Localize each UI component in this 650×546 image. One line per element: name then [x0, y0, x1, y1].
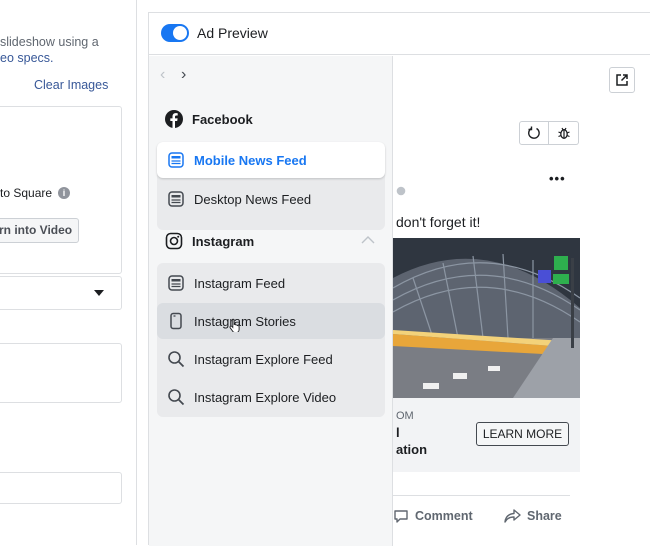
open-external-button[interactable]: [609, 67, 635, 93]
placement-mobile-news-feed[interactable]: Mobile News Feed: [157, 142, 385, 178]
instagram-icon: [165, 232, 183, 250]
learn-more-button[interactable]: LEARN MORE: [476, 422, 569, 446]
preview-tools: [519, 121, 579, 145]
placement-instagram-feed[interactable]: Instagram Feed: [157, 265, 385, 301]
crop-to-square-option[interactable]: to Square i: [0, 186, 71, 200]
text-input-box[interactable]: [0, 472, 122, 504]
share-button[interactable]: Share: [504, 508, 562, 524]
ad-image-train-station: [393, 238, 580, 398]
caret-down-icon: [94, 290, 104, 296]
ad-preview-toggle[interactable]: [161, 24, 189, 42]
toggle-knob: [173, 26, 187, 40]
placement-instagram-stories[interactable]: Instagram Stories: [157, 303, 385, 339]
ad-domain: OM: [396, 410, 414, 422]
ad-primary-text: don't forget it!: [396, 214, 481, 230]
more-options-icon[interactable]: •••: [549, 171, 566, 186]
comment-icon: [394, 510, 408, 523]
mobile-icon: [168, 152, 184, 168]
search-icon: [168, 351, 185, 368]
ad-headline-line-2: ation: [396, 442, 428, 457]
image-options-box: to Square i rn into Video: [0, 106, 122, 274]
ad-preview-title: Ad Preview: [197, 25, 268, 41]
share-label: Share: [527, 509, 562, 523]
placement-label: Instagram Explore Feed: [194, 351, 333, 367]
placement-label: Instagram Feed: [194, 275, 286, 291]
dropdown-select[interactable]: [0, 276, 122, 310]
report-bug-button[interactable]: [549, 121, 579, 145]
facebook-heading-label: Facebook: [192, 111, 253, 127]
description-line-1: slideshow using a: [0, 35, 99, 49]
instagram-heading[interactable]: Instagram: [165, 229, 377, 253]
ad-headline-line-1: l: [396, 425, 400, 440]
share-icon: [504, 509, 521, 523]
globe-icon: [396, 186, 406, 196]
external-link-icon: [616, 74, 628, 86]
clear-images-link[interactable]: Clear Images: [34, 78, 108, 92]
divider: [393, 495, 570, 496]
placement-label: Instagram Explore Video: [194, 389, 337, 405]
placement-instagram-explore-feed[interactable]: Instagram Explore Feed: [157, 341, 385, 377]
placement-instagram-explore-video[interactable]: Instagram Explore Video: [157, 379, 385, 415]
crop-to-square-label: to Square: [0, 186, 53, 200]
placement-label: Desktop News Feed: [194, 191, 312, 207]
previous-arrow-icon[interactable]: ‹: [160, 66, 165, 84]
hand-cursor-icon: [229, 318, 240, 332]
bug-icon: [557, 127, 570, 139]
comment-label: Comment: [415, 509, 473, 523]
comment-button[interactable]: Comment: [393, 508, 473, 524]
turn-into-video-button[interactable]: rn into Video: [0, 218, 79, 243]
refresh-icon: [528, 126, 540, 139]
facebook-icon: [165, 110, 183, 128]
placement-desktop-news-feed[interactable]: Desktop News Feed: [157, 181, 385, 217]
instagram-heading-label: Instagram: [192, 233, 255, 249]
facebook-heading: Facebook: [165, 107, 253, 131]
chevron-up-icon[interactable]: [361, 236, 375, 244]
placement-menu: ‹ › Facebook Mobile News Feed Desktop Ne…: [149, 56, 393, 546]
desktop-icon: [168, 191, 184, 207]
feed-icon: [168, 275, 184, 291]
search-icon: [168, 389, 185, 406]
ad-preview-panel: Ad Preview ••• don't forget it! OM l ati…: [148, 12, 650, 546]
placement-label: Instagram Stories: [194, 313, 296, 329]
info-icon[interactable]: i: [58, 187, 71, 199]
placement-label: Mobile News Feed: [194, 152, 307, 168]
ad-link-caption[interactable]: OM l ation LEARN MORE: [393, 398, 580, 472]
stories-icon: [170, 312, 182, 330]
ad-preview-header: Ad Preview: [149, 13, 650, 55]
video-specs-link[interactable]: eo specs.: [0, 51, 54, 65]
ad-creative-panel: slideshow using a eo specs. Clear Images…: [0, 0, 137, 545]
text-field-box[interactable]: [0, 343, 122, 403]
refresh-button[interactable]: [519, 121, 549, 145]
next-arrow-icon[interactable]: ›: [181, 66, 186, 84]
